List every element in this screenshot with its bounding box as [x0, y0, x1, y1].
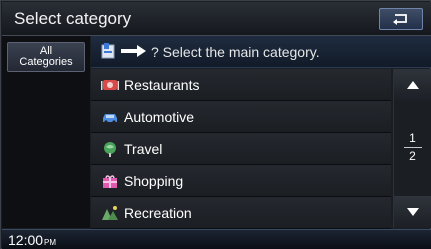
- category-item-shopping[interactable]: Shopping: [91, 165, 391, 197]
- category-label: Restaurants: [124, 77, 200, 93]
- left-panel: All Categories: [2, 36, 90, 228]
- travel-icon: [104, 142, 116, 157]
- category-item-automotive[interactable]: Automotive: [91, 101, 391, 133]
- triangle-up-icon: [406, 81, 419, 89]
- category-item-travel[interactable]: Travel: [91, 133, 391, 165]
- map-flag-icon: [101, 43, 115, 59]
- scrollbar[interactable]: 1 2: [393, 69, 431, 228]
- shopping-icon: [103, 175, 117, 188]
- all-categories-button[interactable]: All Categories: [7, 42, 85, 72]
- total-pages: 2: [409, 149, 416, 163]
- instruction-text: ? Select the main category.: [151, 44, 320, 60]
- right-arrow-icon: [121, 45, 146, 57]
- back-button[interactable]: [379, 8, 423, 30]
- category-label: Travel: [124, 141, 163, 157]
- category-list: Restaurants Automotive Travel Shopping R…: [91, 69, 391, 229]
- title-bar: Select category: [2, 2, 431, 36]
- category-label: Recreation: [124, 205, 192, 221]
- category-item-recreation[interactable]: Recreation: [91, 197, 391, 229]
- category-label: Shopping: [124, 173, 184, 189]
- triangle-down-icon: [406, 208, 419, 216]
- recreation-icon: [102, 206, 118, 220]
- back-arrow-icon: [393, 14, 407, 25]
- page-divider: [403, 147, 422, 148]
- category-label: Automotive: [124, 109, 195, 125]
- car-icon: [103, 114, 117, 124]
- instruction-bar: ? Select the main category.: [91, 36, 431, 68]
- scroll-up-button[interactable]: [394, 69, 431, 101]
- category-item-restaurants[interactable]: Restaurants: [91, 69, 391, 101]
- screen: Select category All Categories ? Select …: [0, 0, 431, 249]
- clock-time: 12:00: [8, 232, 44, 248]
- clock: 12:00PM: [8, 232, 56, 248]
- all-categories-label-line2: Categories: [19, 56, 73, 68]
- scroll-down-button[interactable]: [394, 196, 431, 228]
- status-bar: 12:00PM: [2, 229, 431, 249]
- restaurant-icon: [101, 80, 119, 90]
- current-page: 1: [409, 131, 416, 145]
- page-indicator: 1 2: [394, 131, 431, 164]
- clock-ampm: PM: [44, 238, 57, 247]
- page-title: Select category: [14, 9, 132, 28]
